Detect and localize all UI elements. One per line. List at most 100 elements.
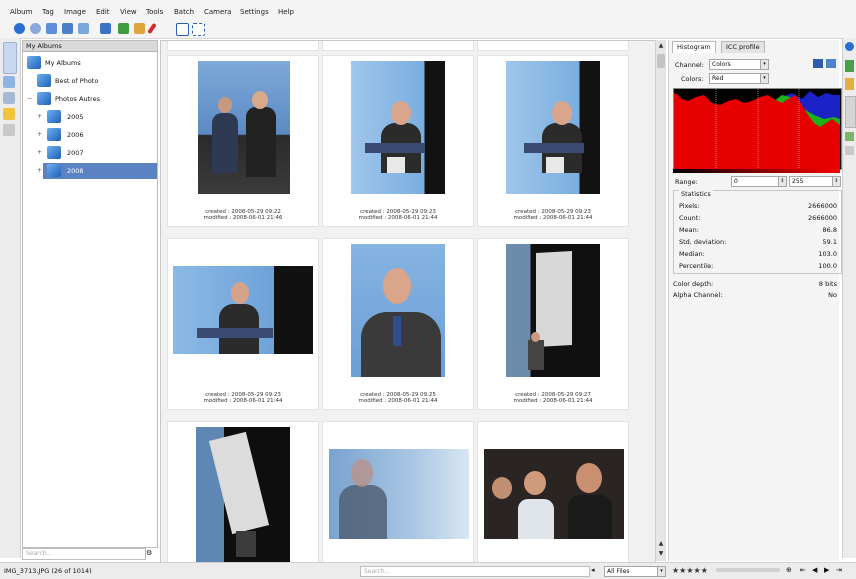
album-tree-root[interactable]: My Albums — [23, 55, 157, 71]
grid-scrollbar[interactable]: ▲ ▲ ▼ — [655, 40, 666, 561]
timeline-tab[interactable] — [3, 124, 15, 136]
scrollbar-handle[interactable] — [657, 54, 665, 68]
album-tree-item[interactable]: − Photos Autres — [23, 91, 157, 107]
frame-icon[interactable] — [192, 23, 205, 36]
search-options-icon[interactable]: ⚙ — [146, 549, 155, 558]
menu-image[interactable]: Image — [64, 8, 86, 16]
red-pen-icon[interactable] — [147, 22, 157, 35]
previous-image-icon[interactable]: ◀ — [812, 566, 821, 575]
menu-camera[interactable]: Camera — [204, 8, 231, 16]
colors-label: Colors: — [681, 75, 704, 83]
camera-import-icon[interactable] — [46, 23, 57, 34]
properties-tab-icon[interactable] — [845, 42, 854, 51]
expand-icon[interactable]: + — [37, 167, 42, 174]
scroll-down-icon[interactable]: ▼ — [657, 550, 665, 558]
album-search-input[interactable]: Search... — [22, 548, 146, 560]
thumbnail-cell[interactable]: created : 2008-05-29 09:27 modified : 20… — [477, 238, 629, 410]
thumbnail-cell[interactable]: created : 2008-05-29 09:25 modified : 20… — [322, 238, 474, 410]
album-tree-item[interactable]: + 2006 — [23, 127, 157, 143]
album-tree-item[interactable]: + 2007 — [23, 145, 157, 161]
menu-help[interactable]: Help — [278, 8, 294, 16]
collapse-icon[interactable]: − — [27, 95, 32, 102]
menu-tools[interactable]: Tools — [146, 8, 163, 16]
calendar-tab[interactable] — [3, 92, 15, 104]
light-table-icon[interactable] — [100, 23, 111, 34]
status-search-input[interactable]: Search... — [360, 566, 590, 577]
range-max-spinbox[interactable]: 255 ⇕ — [789, 176, 841, 187]
thumbnail-cell[interactable]: created : 2008-05-29 09:23 modified : 20… — [167, 238, 319, 410]
tags-tab[interactable] — [3, 76, 15, 88]
chevron-down-icon: ▾ — [760, 60, 768, 69]
scroll-up-icon[interactable]: ▲ — [657, 42, 665, 50]
expand-icon[interactable]: + — [37, 113, 42, 120]
album-new-icon[interactable] — [118, 23, 129, 34]
stat-label: Mean: — [679, 226, 699, 234]
expand-icon[interactable]: + — [37, 149, 42, 156]
thumbnail-cell[interactable] — [322, 421, 474, 562]
tags-tab-icon[interactable] — [845, 146, 854, 155]
status-bar: IMG_3713.JPG (26 of 1014) Search... ◂ Al… — [0, 562, 856, 579]
menu-view[interactable]: View — [120, 8, 137, 16]
log-scale-icon[interactable] — [826, 59, 836, 68]
expand-icon[interactable]: + — [37, 131, 42, 138]
calendar-icon[interactable] — [176, 23, 189, 36]
file-filter-select[interactable]: All Files ▾ — [604, 566, 666, 577]
stat-value: 59.1 — [822, 238, 837, 246]
colors-tab-icon[interactable] — [845, 78, 854, 90]
range-min-spinbox[interactable]: 0 ⇕ — [731, 176, 787, 187]
first-image-icon[interactable]: ⇤ — [800, 566, 809, 575]
tag-icon[interactable] — [134, 23, 145, 34]
menu-batch[interactable]: Batch — [174, 8, 194, 16]
album-label: 2007 — [67, 149, 84, 157]
thumbnail-cell-partial[interactable] — [167, 41, 319, 51]
toolbar — [0, 20, 856, 39]
stat-row: Std. deviation: 59.1 — [679, 238, 837, 247]
search-tab[interactable] — [3, 108, 15, 120]
photo-thumbnail — [198, 61, 290, 194]
comments-tab-icon[interactable] — [845, 96, 856, 128]
menu-album[interactable]: Album — [10, 8, 32, 16]
color-depth-value: 8 bits — [818, 280, 837, 288]
metadata-tab-icon[interactable] — [845, 60, 854, 72]
thumbnail-cell[interactable]: created : 2008-05-29 09:23 modified : 20… — [322, 55, 474, 227]
thumbnail-modified: modified : 2008-06-01 21:46 — [203, 215, 283, 221]
thumbnail-cell[interactable] — [167, 421, 319, 562]
stat-label: Median: — [679, 250, 705, 258]
next-image-icon[interactable]: ▶ — [824, 566, 833, 575]
menu-edit[interactable]: Edit — [96, 8, 110, 16]
slideshow-icon[interactable] — [62, 23, 73, 34]
thumbnail-modified: modified : 2008-06-01 21:44 — [513, 215, 593, 221]
stat-value: 2666000 — [808, 202, 837, 210]
rating-stars[interactable]: ★★★★★ — [672, 566, 708, 575]
search-icon[interactable] — [30, 23, 41, 34]
image-editor-icon[interactable] — [78, 23, 89, 34]
channel-select[interactable]: Colors ▾ — [709, 59, 769, 70]
scroll-up-icon[interactable]: ▲ — [657, 540, 665, 548]
thumbnail-cell[interactable] — [477, 421, 629, 562]
search-options-icon[interactable]: ◂ — [591, 566, 600, 575]
thumbnail-cell[interactable]: created : 2008-05-29 09:23 modified : 20… — [477, 55, 629, 227]
album-tree-item[interactable]: Best of Photo — [23, 73, 157, 89]
geolocation-tab-icon[interactable] — [845, 132, 854, 141]
album-tree-item[interactable]: + 2005 — [23, 109, 157, 125]
zoom-in-icon[interactable]: ⊕ — [786, 566, 795, 575]
tab-icc-profile[interactable]: ICC profile — [721, 41, 765, 53]
menu-tag[interactable]: Tag — [42, 8, 54, 16]
menu-settings[interactable]: Settings — [240, 8, 269, 16]
thumbnail-cell-partial[interactable] — [322, 41, 474, 51]
stat-label: Percentile: — [679, 262, 714, 270]
albums-tab[interactable] — [3, 42, 17, 74]
thumbnail-size-slider[interactable] — [716, 568, 780, 572]
thumbnail-cell[interactable]: created : 2008-05-29 09:22 modified : 20… — [167, 55, 319, 227]
thumbnail-cell-partial[interactable] — [477, 41, 629, 51]
stat-row: Percentile: 100.0 — [679, 262, 837, 271]
thumbnail-modified: modified : 2008-06-01 21:44 — [203, 398, 283, 404]
colors-select[interactable]: Red ▾ — [709, 73, 769, 84]
linear-scale-icon[interactable] — [813, 59, 823, 68]
range-min-value: 0 — [734, 178, 738, 185]
zoom-icon[interactable] — [14, 23, 25, 34]
stat-value: 86.8 — [822, 226, 837, 234]
last-image-icon[interactable]: ⇥ — [836, 566, 845, 575]
album-tree-item-selected[interactable]: + 2008 — [37, 163, 157, 179]
tab-histogram[interactable]: Histogram — [672, 41, 716, 53]
